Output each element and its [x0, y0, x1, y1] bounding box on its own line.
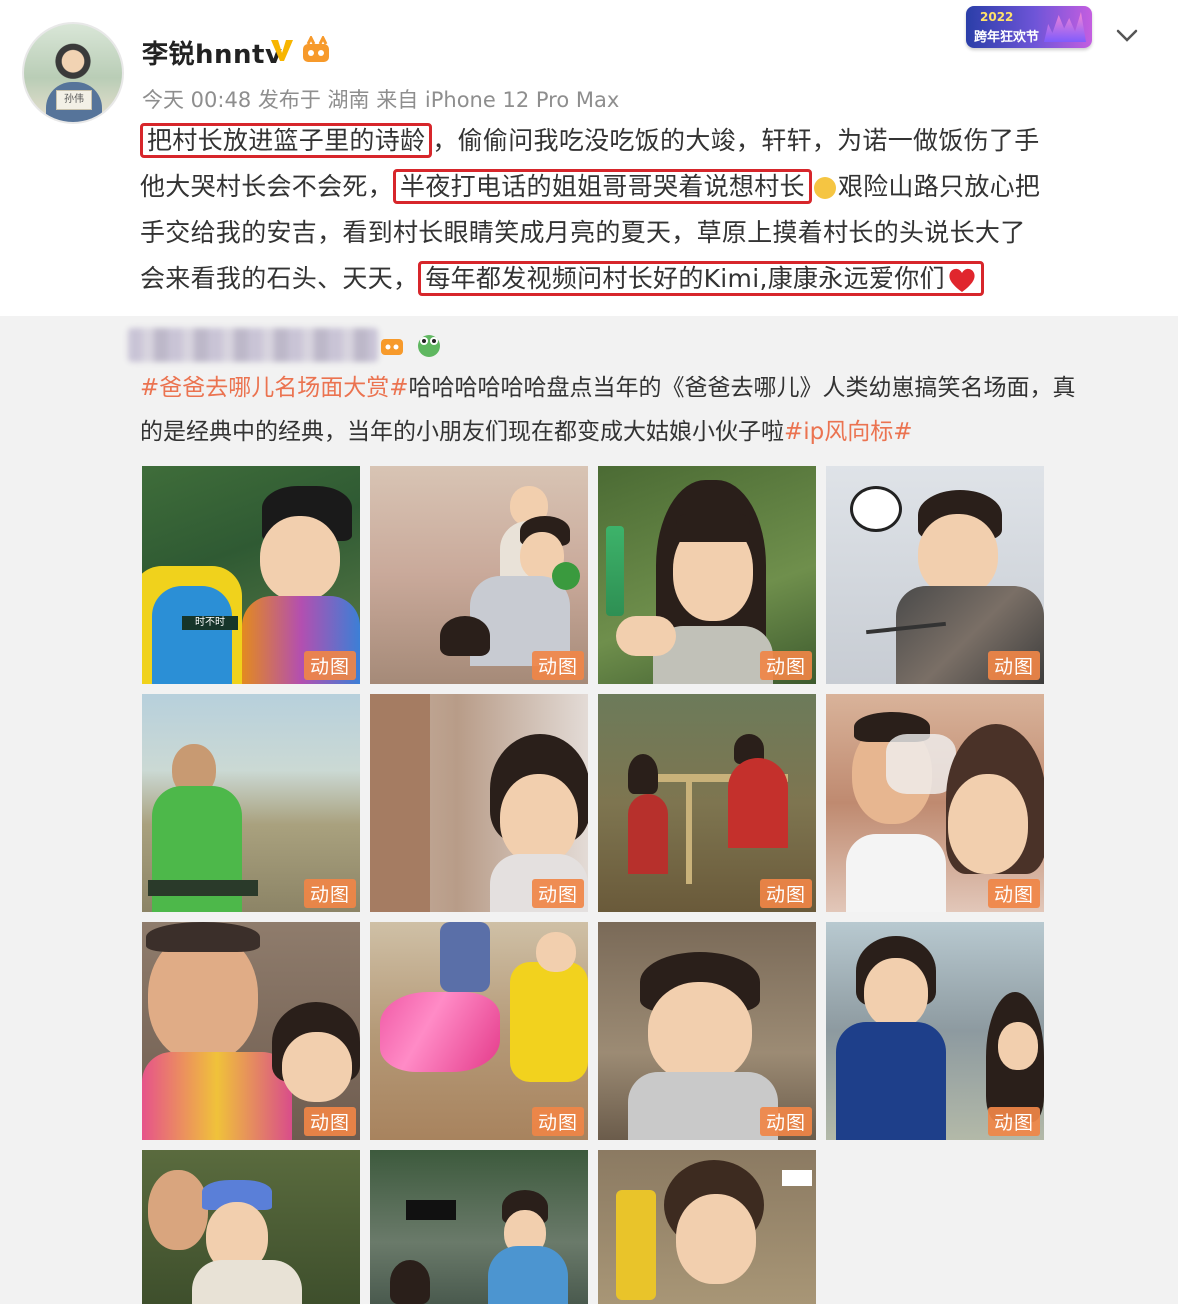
- post-line-2: 他大哭村长会不会死， 半夜打电话的姐姐哥哥哭着说想村长 艰险山路只放心把: [140, 164, 1140, 210]
- gif-thumbnail[interactable]: [370, 1150, 588, 1304]
- username[interactable]: 李锐hnntv: [142, 34, 282, 71]
- gif-thumbnail[interactable]: 动图: [826, 922, 1044, 1140]
- highlighted-phrase: 半夜打电话的姐姐哥哥哭着说想村长: [393, 169, 812, 204]
- avatar[interactable]: 孙伟: [22, 22, 124, 124]
- gif-label: 动图: [759, 1107, 812, 1136]
- gif-label: 动图: [759, 879, 812, 908]
- gif-thumbnail[interactable]: [598, 1150, 816, 1304]
- gif-thumbnail[interactable]: 动图: [142, 694, 360, 912]
- crying-emoji-icon: [813, 177, 836, 199]
- repost-body: #爸爸去哪儿名场面大赏#哈哈哈哈哈哈盘点当年的《爸爸去哪儿》人类幼崽搞笑名场面，…: [140, 366, 1140, 454]
- repost-text-segment: 哈哈哈哈哈哈盘点当年的《爸爸去哪儿》人类幼崽搞笑名场面，真: [408, 375, 1076, 401]
- verified-v-icon: [271, 40, 293, 61]
- gif-label: 动图: [303, 879, 356, 908]
- gif-thumbnail[interactable]: 时不时 动图: [142, 466, 360, 684]
- gif-label: 动图: [759, 651, 812, 680]
- chevron-down-icon[interactable]: [1112, 20, 1142, 50]
- post-text-segment: 会来看我的石头、天天，: [140, 264, 419, 293]
- gif-label: 动图: [987, 651, 1040, 680]
- hashtag-link[interactable]: #ip风向标#: [784, 419, 913, 445]
- post-body: 把村长放进篮子里的诗龄 ，偷偷问我吃没吃饭的大竣，轩轩，为诺一做饭伤了手 他大哭村…: [140, 118, 1140, 302]
- gif-label: 动图: [531, 879, 584, 908]
- post-line-3: 手交给我的安吉，看到村长眼睛笑成月亮的夏天，草原上摸着村长的头说长大了: [140, 210, 1140, 256]
- repost-card[interactable]: #爸爸去哪儿名场面大赏#哈哈哈哈哈哈盘点当年的《爸爸去哪儿》人类幼崽搞笑名场面，…: [0, 316, 1178, 1304]
- gif-thumbnail[interactable]: 动图: [826, 466, 1044, 684]
- frog-badge-icon: [418, 335, 440, 357]
- gif-thumbnail[interactable]: 动图: [370, 694, 588, 912]
- blurred-repost-username[interactable]: [128, 328, 378, 362]
- repost-text-segment: 的是经典中的经典，当年的小朋友们现在都变成大姑娘小伙子啦: [140, 419, 784, 445]
- gif-thumbnail[interactable]: 动图: [370, 466, 588, 684]
- avatar-sign: 孙伟: [56, 90, 92, 110]
- post-header: 孙伟 李锐hnntv 今天 00:48 发布于 湖南 来自 iPhone 12 …: [0, 0, 1178, 126]
- gif-thumbnail[interactable]: 动图: [598, 922, 816, 1140]
- gif-thumbnail[interactable]: 动图: [370, 922, 588, 1140]
- post-text-segment: ，偷偷问我吃没吃饭的大竣，轩轩，为诺一做饭伤了手: [432, 126, 1040, 155]
- vip-level-icon: [303, 36, 329, 62]
- highlighted-phrase: 每年都发视频问村长好的Kimi,康康永远爱你们: [418, 261, 984, 296]
- gif-label: 动图: [531, 651, 584, 680]
- post-line-4: 会来看我的石头、天天， 每年都发视频问村长好的Kimi,康康永远爱你们: [140, 256, 1140, 302]
- gif-thumbnail[interactable]: 动图: [142, 922, 360, 1140]
- post-line-1: 把村长放进篮子里的诗龄 ，偷偷问我吃没吃饭的大竣，轩轩，为诺一做饭伤了手: [140, 118, 1140, 164]
- repost-line-2: 的是经典中的经典，当年的小朋友们现在都变成大姑娘小伙子啦#ip风向标#: [140, 410, 1140, 454]
- badge-skyline: [1044, 12, 1086, 42]
- gif-thumbnail[interactable]: 动图: [598, 694, 816, 912]
- hashtag-link[interactable]: #爸爸去哪儿名场面大赏#: [140, 375, 409, 401]
- post-text-segment: 艰险山路只放心把: [837, 172, 1041, 201]
- gif-thumbnail[interactable]: 动图: [598, 466, 816, 684]
- repost-line-1: #爸爸去哪儿名场面大赏#哈哈哈哈哈哈盘点当年的《爸爸去哪儿》人类幼崽搞笑名场面，…: [140, 366, 1140, 410]
- gif-label: 动图: [303, 1107, 356, 1136]
- gif-label: 动图: [531, 1107, 584, 1136]
- highlighted-phrase: 把村长放进篮子里的诗龄: [140, 123, 433, 158]
- heart-icon: [949, 268, 975, 292]
- event-badge[interactable]: 2022 跨年狂欢节: [966, 6, 1092, 48]
- vip-level-icon: [381, 339, 403, 355]
- gif-thumbnail[interactable]: [142, 1150, 360, 1304]
- badge-year: 2022: [980, 10, 1014, 24]
- gif-label: 动图: [303, 651, 356, 680]
- tile-caption: 时不时: [182, 616, 238, 630]
- post-text-segment: 他大哭村长会不会死，: [140, 172, 394, 201]
- gif-thumbnail[interactable]: 动图: [826, 694, 1044, 912]
- post-meta: 今天 00:48 发布于 湖南 来自 iPhone 12 Pro Max: [142, 88, 620, 112]
- badge-title: 跨年狂欢节: [974, 30, 1040, 45]
- highlighted-text: 每年都发视频问村长好的Kimi,康康永远爱你们: [425, 264, 945, 293]
- gif-label: 动图: [987, 1107, 1040, 1136]
- post-text-segment: 手交给我的安吉，看到村长眼睛笑成月亮的夏天，草原上摸着村长的头说长大了: [140, 218, 1026, 247]
- gif-label: 动图: [987, 879, 1040, 908]
